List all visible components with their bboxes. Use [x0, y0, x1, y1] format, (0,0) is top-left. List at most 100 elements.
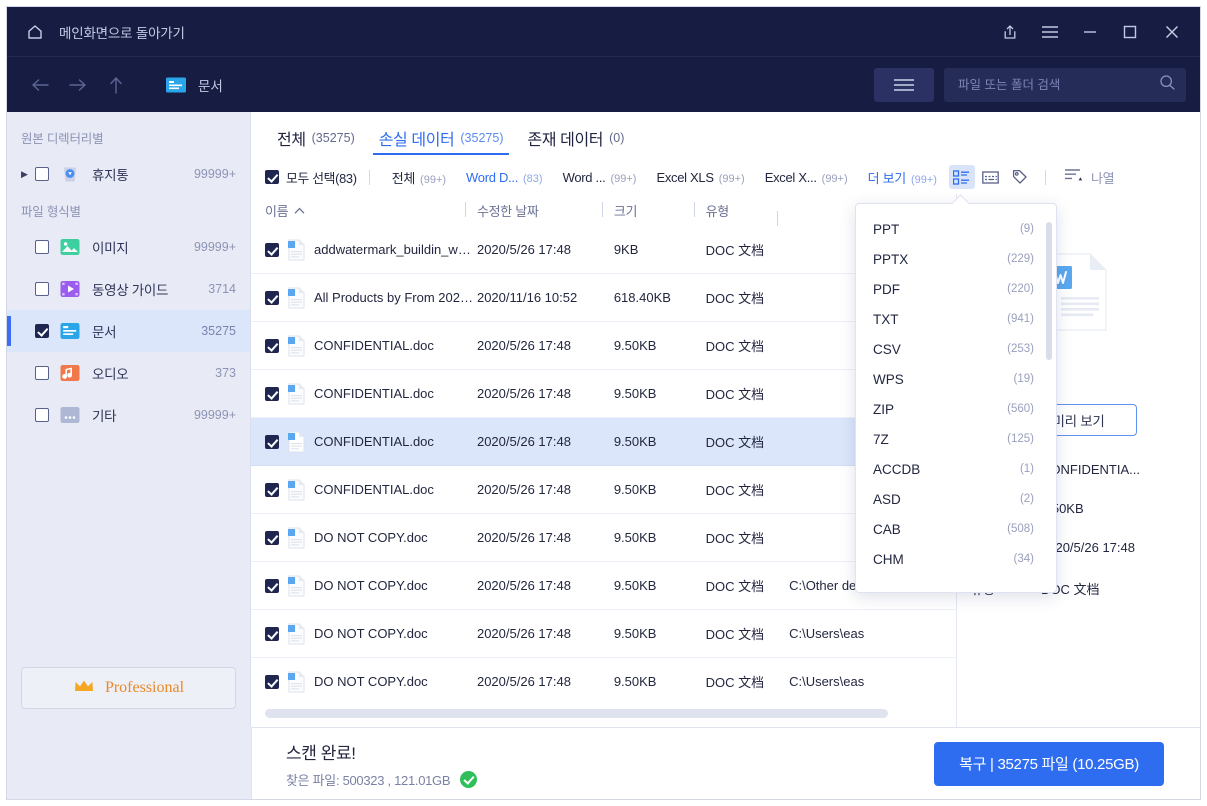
dropdown-item-wps[interactable]: WPS (19)	[856, 364, 1056, 394]
dropdown-item-accdb[interactable]: ACCDB (1)	[856, 454, 1056, 484]
minimize-icon[interactable]	[1070, 13, 1110, 51]
filter-chip-excel-x[interactable]: Excel X... (99+)	[755, 170, 858, 185]
tab-all[interactable]: 전체 (35275)	[265, 116, 367, 160]
row-checkbox[interactable]	[265, 386, 279, 401]
filter-chip-excel-xls[interactable]: Excel XLS (99+)	[646, 170, 754, 185]
filter-chip-word-doc[interactable]: Word D... (83)	[456, 170, 553, 185]
row-checkbox[interactable]	[265, 482, 279, 497]
dropdown-item-ppt[interactable]: PPT (9)	[856, 214, 1056, 244]
sidebar-item-images[interactable]: ▶ 이미지 99999+	[7, 226, 250, 268]
dropdown-item-pptx[interactable]: PPTX (229)	[856, 244, 1056, 274]
sidebar-count-images: 99999+	[193, 240, 236, 254]
column-header-size[interactable]: 크기	[601, 201, 706, 220]
filter-chip-all[interactable]: 전체 (99+)	[382, 168, 456, 187]
dropdown-item-csv[interactable]: CSV (253)	[856, 334, 1056, 364]
recover-button[interactable]: 복구 | 35275 파일 (10.25GB)	[934, 741, 1164, 786]
sidebar-checkbox-videos[interactable]	[35, 282, 49, 296]
row-checkbox[interactable]	[265, 674, 279, 689]
row-size: 9.50KB	[613, 530, 657, 545]
share-icon[interactable]	[990, 13, 1030, 51]
thumbnail-view-icon[interactable]	[978, 165, 1004, 189]
arrow-left-icon[interactable]	[21, 68, 59, 102]
table-row[interactable]: CONFIDENTIAL.doc 2020/5/26 17:48 9.50KB …	[251, 370, 956, 418]
home-link-label[interactable]: 메인화면으로 돌아가기	[59, 22, 185, 42]
row-checkbox[interactable]	[265, 290, 279, 305]
search-icon[interactable]	[1159, 74, 1176, 96]
dropdown-item-7z[interactable]: 7Z (125)	[856, 424, 1056, 454]
sidebar-checkbox-documents[interactable]	[35, 324, 49, 338]
footer-sidebar-spacer	[7, 727, 251, 799]
arrow-up-icon[interactable]	[97, 68, 135, 102]
professional-upgrade-button[interactable]: Professional	[21, 667, 236, 709]
dropdown-item-pdf[interactable]: PDF (220)	[856, 274, 1056, 304]
chevron-right-icon[interactable]: ▶	[21, 169, 35, 179]
select-all-control[interactable]: 모두 선택(83)	[265, 168, 357, 187]
table-row[interactable]: CONFIDENTIAL.doc 2020/5/26 17:48 9.50KB …	[251, 418, 956, 466]
dropdown-item-cab[interactable]: CAB (508)	[856, 514, 1056, 544]
sidebar-item-videos[interactable]: ▶ 동영상 가이드 3714	[7, 268, 250, 310]
filter-chip-word-count: (99+)	[610, 172, 637, 185]
sidebar-checkbox-images[interactable]	[35, 240, 49, 254]
row-date: 2020/5/26 17:48	[476, 242, 571, 257]
file-type-dropdown[interactable]: PPT (9) PPTX (229) PDF (220) TXT (941) C…	[855, 203, 1057, 593]
dropdown-item-zip[interactable]: ZIP (560)	[856, 394, 1056, 424]
doc-file-icon	[287, 623, 306, 645]
tag-icon[interactable]	[1007, 165, 1033, 189]
tab-existing-data[interactable]: 존재 데이터 (0)	[515, 116, 636, 160]
table-row[interactable]: CONFIDENTIAL.doc 2020/5/26 17:48 9.50KB …	[251, 322, 956, 370]
dropdown-item-chm[interactable]: CHM (34)	[856, 544, 1056, 574]
sidebar-count-audio: 373	[215, 366, 236, 380]
sidebar-item-documents[interactable]: ▶ 문서 35275	[7, 310, 250, 352]
table-row[interactable]: DO NOT COPY.doc 2020/5/26 17:48 9.50KB D…	[251, 514, 956, 562]
sort-ascending-icon[interactable]	[1064, 167, 1083, 187]
arrow-right-icon[interactable]	[59, 68, 97, 102]
grid-list-view-icon[interactable]	[948, 165, 975, 189]
tab-existing-data-count: (0)	[609, 131, 625, 145]
filter-chip-excel-x-label: Excel X...	[764, 169, 817, 185]
select-all-checkbox[interactable]	[265, 170, 279, 184]
sidebar-item-other[interactable]: ▶ 기타 99999+	[7, 394, 250, 436]
sidebar-checkbox-other[interactable]	[35, 408, 49, 422]
tab-lost-data[interactable]: 손실 데이터 (35275)	[367, 116, 516, 160]
breadcrumb-label[interactable]: 문서	[198, 75, 223, 95]
row-checkbox[interactable]	[265, 338, 279, 353]
dropdown-item-txt[interactable]: TXT (941)	[856, 304, 1056, 334]
row-checkbox[interactable]	[265, 530, 279, 545]
filter-chip-word[interactable]: Word ... (99+)	[553, 170, 647, 185]
select-all-label: 모두 선택(83)	[286, 170, 357, 186]
maximize-icon[interactable]	[1110, 13, 1150, 51]
search-box[interactable]	[944, 68, 1186, 102]
column-header-modified-date[interactable]: 수정한 날짜	[464, 201, 614, 220]
table-row[interactable]: DO NOT COPY.doc 2020/5/26 17:48 9.50KB D…	[251, 658, 956, 705]
table-row[interactable]: CONFIDENTIAL.doc 2020/5/26 17:48 9.50KB …	[251, 466, 956, 514]
dropdown-scrollbar-thumb[interactable]	[1046, 222, 1052, 360]
divider-2	[1044, 169, 1046, 185]
row-checkbox[interactable]	[265, 242, 279, 257]
table-row[interactable]: addwatermark_buildin_wps.doc 2020/5/26 1…	[251, 226, 956, 274]
sort-control[interactable]: 나열	[1064, 167, 1115, 187]
more-filters-button[interactable]: 더 보기 (99+)	[858, 168, 947, 187]
horizontal-scrollbar-thumb[interactable]	[265, 709, 888, 718]
sidebar-checkbox-recycle-bin[interactable]	[35, 167, 49, 181]
row-checkbox[interactable]	[265, 434, 279, 449]
close-icon[interactable]	[1150, 13, 1194, 51]
row-checkbox[interactable]	[265, 626, 279, 641]
list-lines-icon[interactable]	[874, 68, 934, 102]
table-row[interactable]: DO NOT COPY.doc 2020/5/26 17:48 9.50KB D…	[251, 610, 956, 658]
sidebar-item-audio[interactable]: ▶ 오디오 373	[7, 352, 250, 394]
sidebar-item-recycle-bin[interactable]: ▶ 휴지통 99999+	[7, 153, 250, 195]
row-checkbox[interactable]	[265, 578, 279, 593]
dropdown-item-asd[interactable]: ASD (2)	[856, 484, 1056, 514]
table-row[interactable]: All Products by From 2020118 T... 2020/1…	[251, 274, 956, 322]
search-input[interactable]	[958, 78, 1153, 92]
home-icon[interactable]	[25, 22, 45, 42]
other-icon	[59, 405, 81, 425]
table-row[interactable]: DO NOT COPY.doc 2020/5/26 17:48 9.50KB D…	[251, 562, 956, 610]
horizontal-scrollbar-track[interactable]	[251, 705, 956, 727]
dropdown-count-asd: (2)	[1019, 493, 1034, 505]
sidebar-checkbox-audio[interactable]	[35, 366, 49, 380]
menu-icon[interactable]	[1030, 13, 1070, 51]
column-header-name[interactable]: 이름	[265, 201, 477, 220]
sidebar-label-audio: 오디오	[92, 367, 129, 382]
doc-file-icon	[287, 431, 306, 453]
